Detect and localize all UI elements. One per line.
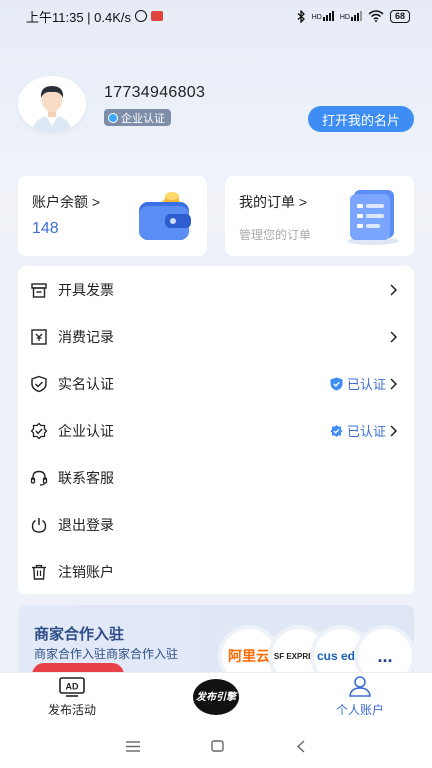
status-bar: 上午11:35 | 0.4K/s HD HD 68 <box>0 0 432 32</box>
receipt-icon <box>31 328 47 345</box>
balance-card[interactable]: 账户余额 > 148 <box>18 176 207 256</box>
wifi-icon <box>368 10 384 22</box>
verified-shield-icon <box>330 377 343 390</box>
bluetooth-icon <box>297 9 305 23</box>
verified-icon <box>108 112 118 123</box>
svg-text:AD: AD <box>66 682 79 692</box>
bottom-tab-bar: AD 发布活动 发布引擎 个人账户 <box>0 672 432 724</box>
tab-personal-account[interactable]: 个人账户 <box>288 673 432 724</box>
orders-title: 我的订单 > <box>239 194 308 210</box>
chevron-right-icon <box>390 330 398 343</box>
signal-2-icon: HD <box>340 11 362 21</box>
publish-engine-logo: 发布引擎 <box>193 679 239 715</box>
wallet-icon <box>139 192 191 240</box>
shield-check-icon <box>31 375 47 392</box>
avatar[interactable] <box>18 76 86 132</box>
balance-title: 账户余额 > <box>32 194 101 210</box>
menu-item-invoice[interactable]: 开具发票 <box>18 266 414 313</box>
user-icon <box>349 676 371 697</box>
trash-icon <box>32 564 46 580</box>
chevron-right-icon <box>390 424 398 437</box>
back-icon[interactable] <box>296 739 306 753</box>
menu-item-delete-account[interactable]: 注销账户 <box>18 548 414 595</box>
notification-icon <box>151 11 164 21</box>
power-icon <box>31 517 47 533</box>
menu-item-consumption[interactable]: 消费记录 <box>18 313 414 360</box>
alarm-icon <box>135 10 148 22</box>
chevron-right-icon <box>390 283 398 296</box>
menu-icon[interactable] <box>125 740 140 752</box>
settings-menu: 开具发票 消费记录 实名认证 已认证 企业认证 已认证 联系客服 退出登录 注销… <box>18 266 414 594</box>
home-icon[interactable] <box>211 740 225 752</box>
enterprise-auth-status: 已认证 <box>330 421 386 440</box>
phone-number: 17734946803 <box>104 84 206 101</box>
invoice-icon <box>31 282 47 298</box>
menu-item-realname-auth[interactable]: 实名认证 已认证 <box>18 360 414 407</box>
enterprise-badge: 企业认证 <box>104 109 171 126</box>
balance-value: 148 <box>32 220 59 237</box>
tab-publish-activity[interactable]: AD 发布活动 <box>0 673 144 724</box>
orders-card[interactable]: 我的订单 > 管理您的订单 <box>225 176 414 256</box>
verified-badge-icon <box>330 424 343 437</box>
system-nav-bar <box>0 724 432 768</box>
headset-icon <box>30 470 48 486</box>
menu-item-customer-service[interactable]: 联系客服 <box>18 454 414 501</box>
banner-title: 商家合作入驻 <box>34 626 125 643</box>
menu-item-enterprise-auth[interactable]: 企业认证 已认证 <box>18 407 414 454</box>
tab-publish-engine[interactable]: 发布引擎 <box>144 673 288 724</box>
battery-icon: 68 <box>389 9 410 23</box>
orders-subtitle: 管理您的订单 <box>239 228 312 242</box>
banner-subtitle: 商家合作入驻商家合作入驻 <box>34 647 179 661</box>
ad-icon: AD <box>59 677 85 697</box>
clipboard-icon <box>347 190 399 245</box>
open-business-card-button[interactable]: 打开我的名片 <box>307 106 414 132</box>
signal-1-icon: HD <box>312 11 334 21</box>
status-time: 上午11:35 | 0.4K/s <box>26 9 132 25</box>
chevron-right-icon <box>390 377 398 390</box>
badge-check-icon <box>30 422 48 439</box>
menu-item-logout[interactable]: 退出登录 <box>18 501 414 548</box>
auth-status: 已认证 <box>330 374 386 393</box>
profile-section: 17734946803 企业认证 打开我的名片 <box>18 76 414 136</box>
